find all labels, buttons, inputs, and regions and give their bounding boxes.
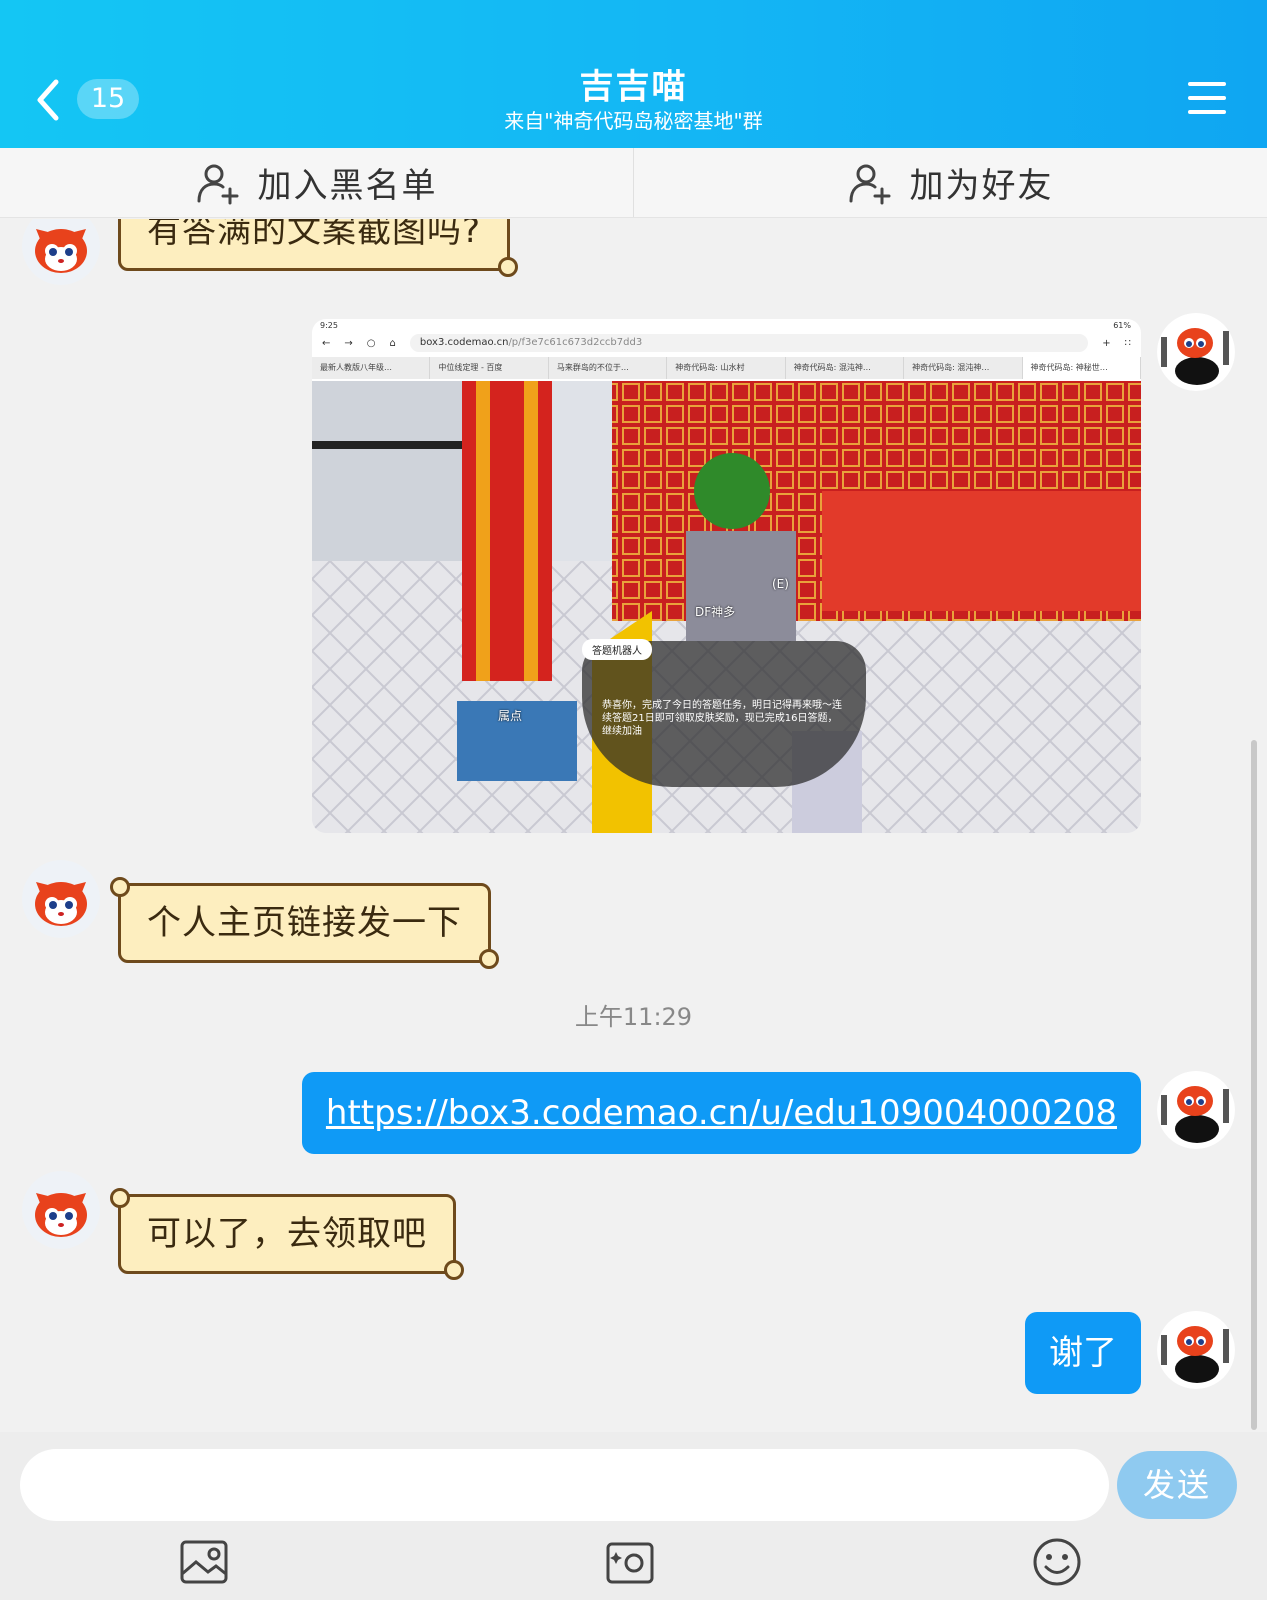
tiger-cat-avatar-icon	[22, 1171, 100, 1249]
message-bubble[interactable]: 可以了，去领取吧	[110, 1188, 464, 1280]
image-picker-button[interactable]	[178, 1536, 230, 1588]
tiger-cat-avatar-icon	[22, 219, 100, 285]
menu-button[interactable]	[1188, 80, 1226, 116]
cat-avatar-icon	[1157, 1311, 1235, 1389]
other-user-avatar[interactable]	[22, 860, 100, 938]
emoji-button[interactable]	[1031, 1536, 1083, 1588]
screenshot-tab: 中位线定理 - 百度	[430, 357, 549, 379]
add-user-icon	[849, 164, 890, 204]
my-avatar[interactable]	[1157, 1071, 1235, 1149]
add-friend-button[interactable]: 加为好友	[633, 148, 1267, 217]
screenshot-tab: 神奇代码岛: 混沌神…	[904, 357, 1023, 379]
my-avatar[interactable]	[1157, 313, 1235, 391]
chat-subtitle: 来自"神奇代码岛秘密基地"群	[504, 109, 763, 133]
emoji-icon	[1033, 1538, 1081, 1586]
message-bubble[interactable]: 谢了	[1025, 1312, 1141, 1394]
add-to-blacklist-label: 加入黑名单	[257, 166, 438, 206]
message-list[interactable]: 有答满的文案截图吗? 9:25 61% ← → ○ ⌂ box3.codemao…	[0, 219, 1267, 1432]
add-to-blacklist-button[interactable]: 加入黑名单	[0, 148, 633, 217]
message-bubble[interactable]: 有答满的文案截图吗?	[118, 219, 519, 277]
game-robot-tag: 答题机器人	[582, 639, 652, 660]
chat-title: 吉吉喵	[579, 67, 688, 107]
back-arrow-icon: ←	[322, 337, 331, 349]
screenshot-message-image[interactable]: 9:25 61% ← → ○ ⌂ box3.codemao.cn/p/f3e7c…	[312, 319, 1141, 833]
chat-header: 15 吉吉喵 来自"神奇代码岛秘密基地"群	[0, 0, 1267, 148]
game-scene: 答题机器人 DF神多 (E) 属点 恭喜你，完成了今日的答题任务，明日记得再来哦…	[312, 381, 1141, 833]
more-icon: ∷	[1124, 337, 1131, 349]
camera-button[interactable]	[604, 1536, 656, 1588]
composer: 发送	[0, 1432, 1267, 1600]
game-player-name: DF神多	[695, 605, 736, 619]
message-bubble[interactable]: 个人主页链接发一下	[110, 877, 499, 969]
cat-avatar-icon	[1157, 1071, 1235, 1149]
screenshot-url: box3.codemao.cn/p/f3e7c61c673d2ccb7dd3	[409, 334, 1089, 352]
stranger-action-bar: 加入黑名单 加为好友	[0, 148, 1267, 218]
image-picker-icon	[180, 1540, 228, 1584]
link-message-bubble[interactable]: https://box3.codemao.cn/u/edu10900400020…	[301, 1072, 1141, 1154]
screenshot-tab-strip: 最新人教版八年级… 中位线定理 - 百度 马来群岛的不位于… 神奇代码岛: 山水…	[312, 357, 1141, 379]
add-friend-label: 加为好友	[909, 166, 1054, 206]
game-interact-key: (E)	[772, 577, 789, 591]
screenshot-tab: 神奇代码岛: 混沌神…	[786, 357, 905, 379]
screenshot-status-time: 9:25	[320, 321, 338, 330]
screenshot-tab: 神奇代码岛: 山水村	[667, 357, 786, 379]
new-tab-icon: +	[1102, 337, 1111, 349]
home-icon: ⌂	[389, 337, 396, 349]
add-user-icon	[197, 164, 238, 204]
message-timestamp: 上午11:29	[574, 1003, 693, 1031]
message-input[interactable]	[20, 1449, 1109, 1521]
screenshot-tab: 马来群岛的不位于…	[549, 357, 668, 379]
hamburger-menu-icon	[1188, 82, 1226, 114]
tiger-cat-avatar-icon	[22, 860, 100, 938]
other-user-avatar[interactable]	[22, 1171, 100, 1249]
cat-avatar-icon	[1157, 313, 1235, 391]
screenshot-tab: 神奇代码岛: 神秘世…	[1022, 357, 1141, 379]
scrollbar[interactable]	[1251, 740, 1257, 1430]
send-button[interactable]: 发送	[1117, 1451, 1237, 1519]
screenshot-statusbar: 9:25 61%	[312, 319, 1141, 331]
screenshot-status-battery: 61%	[1113, 321, 1131, 330]
forward-arrow-icon: →	[344, 337, 353, 349]
screenshot-tab: 最新人教版八年级…	[312, 357, 431, 379]
game-dialog-text: 恭喜你，完成了今日的答题任务，明日记得再来哦～连续答题21日即可领取皮肤奖励，现…	[602, 700, 842, 737]
camera-icon	[606, 1542, 654, 1584]
screenshot-url-host: box3.codemao.cn	[419, 337, 509, 348]
my-avatar[interactable]	[1157, 1311, 1235, 1389]
game-spawn-label: 属点	[498, 709, 523, 723]
screenshot-urlbar: ← → ○ ⌂ box3.codemao.cn/p/f3e7c61c673d2c…	[312, 331, 1141, 355]
other-user-avatar[interactable]	[22, 219, 100, 285]
reload-icon: ○	[366, 337, 376, 349]
screenshot-url-path: /p/f3e7c61c673d2ccb7dd3	[508, 337, 643, 348]
